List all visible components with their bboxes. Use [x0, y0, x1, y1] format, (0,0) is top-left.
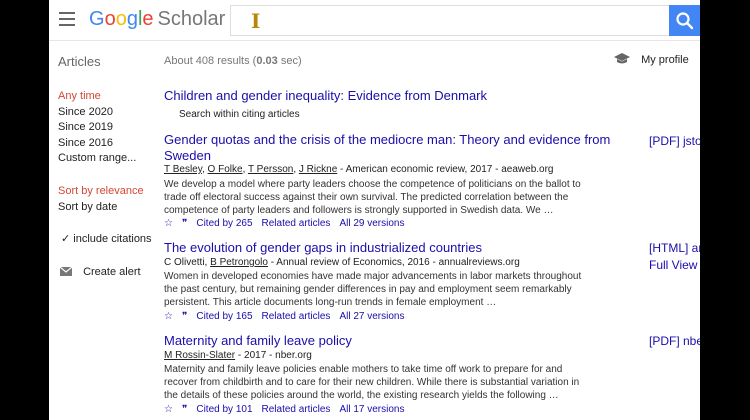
- pdf-link[interactable]: [PDF] jsto: [649, 134, 700, 148]
- result-source: - American economic review, 2017 - aeawe…: [337, 164, 554, 175]
- search-within-citing-articles[interactable]: Search within citing articles: [179, 109, 300, 120]
- result-snippet: Maternity and family leave policies enab…: [164, 364, 580, 401]
- search-button[interactable]: [669, 5, 700, 36]
- result-actions: ☆ ❞ Cited by 101 Related articles All 17 ver…: [164, 404, 413, 415]
- cited-by-link[interactable]: Cited by 165: [196, 311, 252, 322]
- author-link[interactable]: T Persson: [248, 164, 293, 175]
- graduation-cap-icon: [614, 53, 630, 64]
- filter-since-2016[interactable]: Since 2016: [58, 137, 113, 149]
- scholar-page: Google Scholar I Articles Any time Since …: [49, 0, 700, 420]
- pdf-link[interactable]: [PDF] nbe: [649, 334, 700, 348]
- author-link[interactable]: M Rossin-Slater: [164, 350, 235, 361]
- results-stats: About 408 results (0.03 sec): [164, 55, 302, 67]
- full-view-link[interactable]: Full View: [649, 258, 697, 272]
- html-link-label: [HTML] an: [649, 241, 700, 255]
- result-snippet: Women in developed economies have made m…: [164, 271, 582, 308]
- result-title[interactable]: Maternity and family leave policy: [164, 333, 352, 349]
- sort-by-date[interactable]: Sort by date: [58, 201, 117, 213]
- html-link[interactable]: [HTML] an: [649, 241, 700, 255]
- create-alert-button[interactable]: Create alert: [59, 266, 141, 278]
- cite-quote-icon[interactable]: ❞: [182, 218, 187, 229]
- result-title[interactable]: The evolution of gender gaps in industri…: [164, 240, 482, 256]
- author-link[interactable]: O Folke: [208, 164, 243, 175]
- pdf-link-label: [PDF] nbe: [649, 334, 700, 348]
- result-authors: T Besley, O Folke, T Persson, J Rickne -…: [164, 164, 554, 175]
- result-actions: ☆ ❞ Cited by 265 Related articles All 29 ver…: [164, 218, 413, 229]
- save-star-icon[interactable]: ☆: [164, 311, 173, 322]
- all-versions-link[interactable]: All 27 versions: [339, 311, 404, 322]
- result-snippet: We develop a model where party leaders c…: [164, 179, 581, 216]
- text-cursor-icon: I: [251, 9, 261, 33]
- google-scholar-logo[interactable]: Google Scholar: [89, 6, 225, 32]
- my-profile-label: My profile: [641, 54, 689, 66]
- related-articles-link[interactable]: Related articles: [262, 311, 331, 322]
- author-link[interactable]: J Rickne: [299, 164, 337, 175]
- cited-by-link[interactable]: Cited by 265: [196, 218, 252, 229]
- save-star-icon[interactable]: ☆: [164, 404, 173, 415]
- stats-prefix: About 408 results (: [164, 55, 257, 67]
- result-actions: ☆ ❞ Cited by 165 Related articles All 27 ver…: [164, 311, 413, 322]
- cite-quote-icon[interactable]: ❞: [182, 404, 187, 415]
- all-versions-link[interactable]: All 17 versions: [339, 404, 404, 415]
- result-authors: C Olivetti, B Petrongolo - Annual review…: [164, 257, 520, 268]
- stats-suffix: sec): [277, 55, 302, 67]
- logo-scholar-text: Scholar: [157, 8, 226, 30]
- sidebar: Articles Any time Since 2020 Since 2019 …: [49, 40, 159, 420]
- sidebar-heading: Articles: [58, 54, 101, 69]
- all-versions-link[interactable]: All 29 versions: [339, 218, 404, 229]
- result-source: - 2017 - nber.org: [235, 350, 312, 361]
- create-alert-label: Create alert: [83, 266, 141, 278]
- search-icon: [676, 12, 694, 30]
- cited-by-link[interactable]: Cited by 101: [196, 404, 252, 415]
- filter-since-2020[interactable]: Since 2020: [58, 106, 113, 118]
- check-icon: ✓: [61, 233, 71, 245]
- author-link[interactable]: B Petrongolo: [210, 257, 268, 268]
- author-text: C Olivetti,: [164, 257, 211, 268]
- related-articles-link[interactable]: Related articles: [262, 218, 331, 229]
- author-link[interactable]: T Besley: [164, 164, 202, 175]
- include-citations-toggle[interactable]: ✓ include citations: [61, 232, 152, 245]
- header: Google Scholar I: [49, 0, 700, 41]
- filter-since-2019[interactable]: Since 2019: [58, 121, 113, 133]
- featured-article-title[interactable]: Children and gender inequality: Evidence…: [164, 88, 487, 104]
- sort-by-relevance[interactable]: Sort by relevance: [58, 185, 144, 197]
- filter-any-time[interactable]: Any time: [58, 90, 101, 102]
- my-profile-link[interactable]: My profile: [614, 53, 689, 66]
- filter-custom-range[interactable]: Custom range...: [58, 152, 136, 164]
- search-input[interactable]: I: [230, 5, 669, 36]
- include-citations-label: include citations: [73, 233, 152, 245]
- result-source: - Annual review of Economics, 2016 - ann…: [267, 257, 520, 268]
- related-articles-link[interactable]: Related articles: [262, 404, 331, 415]
- result-title[interactable]: Gender quotas and the crisis of the medi…: [164, 132, 644, 164]
- envelope-icon: [59, 266, 73, 276]
- cite-quote-icon[interactable]: ❞: [182, 311, 187, 322]
- stats-time: 0.03: [256, 55, 278, 67]
- hamburger-menu-icon[interactable]: [59, 12, 75, 26]
- result-authors: M Rossin-Slater - 2017 - nber.org: [164, 350, 312, 361]
- save-star-icon[interactable]: ☆: [164, 218, 173, 229]
- pdf-link-label: [PDF] jsto: [649, 134, 700, 148]
